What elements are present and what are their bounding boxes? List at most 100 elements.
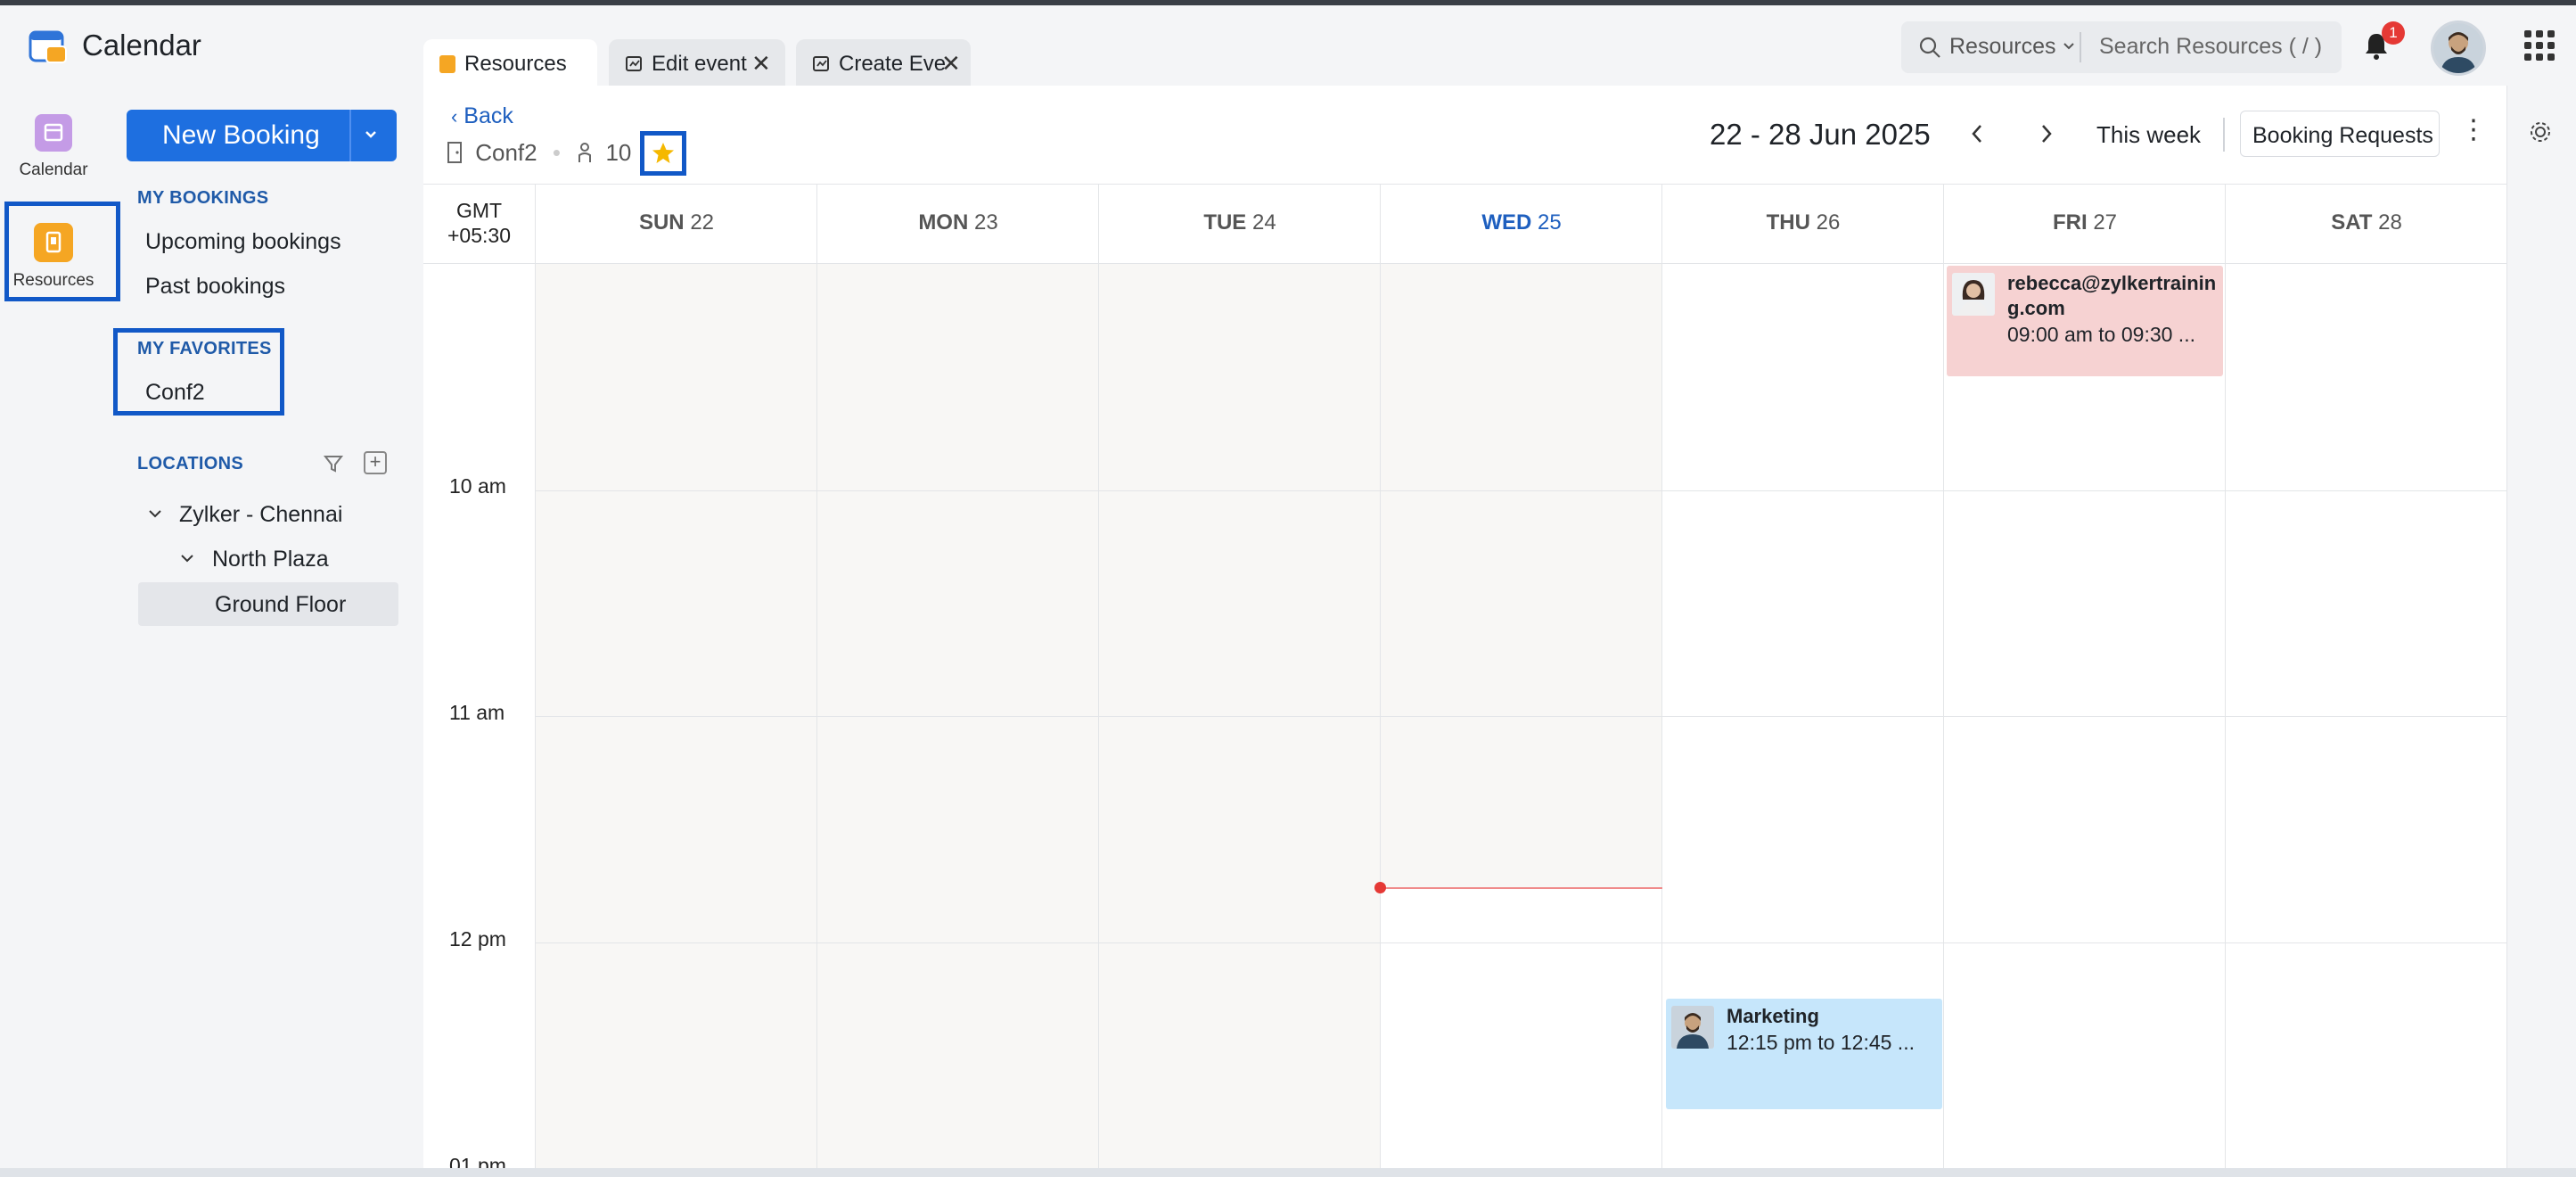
- event-icon: [626, 56, 642, 71]
- search-scope-label: Resources: [1949, 34, 2056, 59]
- calendar-header-border: [423, 184, 2506, 185]
- timezone-offset: +05:30: [447, 224, 511, 247]
- search-bar[interactable]: Resources Search Resources ( / ): [1901, 21, 2342, 73]
- tab-edit-event-label: Edit event: [652, 52, 747, 76]
- event-card[interactable]: Marketing 12:15 pm to 12:45 ...: [1666, 999, 1942, 1109]
- app-title: Calendar: [82, 29, 201, 62]
- day-column-divider: [1943, 184, 1944, 1168]
- resource-capacity: 10: [605, 139, 632, 166]
- door-icon: [447, 142, 462, 163]
- day-name: THU: [1766, 210, 1810, 235]
- attendee-avatar: [1952, 273, 1995, 316]
- day-header[interactable]: WED 25: [1381, 210, 1662, 235]
- day-header[interactable]: MON 23: [817, 210, 1099, 235]
- day-column-divider: [2506, 184, 2507, 1168]
- location-north-plaza[interactable]: North Plaza: [212, 547, 329, 572]
- gear-icon[interactable]: [2528, 119, 2553, 144]
- more-options-icon[interactable]: ⋮: [2460, 114, 2487, 145]
- day-number: 23: [973, 210, 998, 235]
- tab-resources[interactable]: Resources: [423, 39, 597, 86]
- day-number: 25: [1537, 210, 1562, 235]
- locations-heading: LOCATIONS: [137, 454, 243, 473]
- back-label: Back: [464, 103, 513, 128]
- back-link[interactable]: ‹ Back: [451, 103, 513, 129]
- day-column-divider: [2225, 184, 2226, 1168]
- day-header[interactable]: SUN 22: [536, 210, 817, 235]
- event-card[interactable]: rebecca@zylkertraining.com 09:00 am to 0…: [1947, 266, 2223, 376]
- calendar-icon: [35, 114, 72, 152]
- attendee-avatar: [1671, 1006, 1714, 1049]
- day-column-divider: [1098, 184, 1099, 1168]
- highlight-resources: [4, 202, 120, 301]
- day-name: SAT: [2331, 210, 2373, 235]
- chevron-left-icon: ‹: [451, 105, 458, 128]
- close-icon[interactable]: ✕: [751, 50, 771, 78]
- day-name: FRI: [2052, 210, 2088, 235]
- location-zylker-chennai[interactable]: Zylker - Chennai: [179, 502, 342, 528]
- day-header[interactable]: SAT 28: [2226, 210, 2507, 235]
- rail-calendar[interactable]: Calendar: [7, 114, 100, 180]
- chevron-left-icon[interactable]: [1967, 122, 1987, 145]
- day-number: 22: [690, 210, 715, 235]
- search-divider: [2080, 32, 2081, 62]
- chevron-down-icon[interactable]: [362, 120, 380, 150]
- right-panel: [2506, 86, 2576, 1168]
- current-time-dot: [1374, 882, 1386, 893]
- day-number: 26: [1816, 210, 1841, 235]
- time-label: 12 pm: [449, 927, 506, 951]
- chevron-down-icon[interactable]: [146, 505, 164, 523]
- highlight-favorites: [113, 328, 284, 416]
- calendar-logo-icon: [29, 30, 67, 63]
- search-scope-select[interactable]: Resources: [1949, 34, 2076, 60]
- chevron-down-icon: [2063, 43, 2075, 50]
- tab-create-event[interactable]: Create Eve ✕: [796, 39, 971, 86]
- search-input[interactable]: Search Resources ( / ): [2099, 34, 2322, 60]
- day-column-divider: [816, 184, 817, 1168]
- event-time: 12:15 pm to 12:45 ...: [1727, 1031, 1915, 1054]
- app-grid-icon[interactable]: [2524, 30, 2555, 61]
- close-icon[interactable]: ✕: [941, 50, 961, 78]
- hour-line: [535, 942, 2506, 943]
- upcoming-bookings-link[interactable]: Upcoming bookings: [145, 229, 341, 255]
- day-column-divider: [1380, 184, 1381, 1168]
- day-header[interactable]: FRI 27: [1944, 210, 2226, 235]
- capacity-icon: [578, 143, 592, 162]
- chevron-down-icon[interactable]: [178, 549, 196, 567]
- day-number: 27: [2093, 210, 2118, 235]
- tab-resources-label: Resources: [464, 52, 567, 76]
- tab-create-event-label: Create Eve: [839, 52, 947, 76]
- event-time: 09:00 am to 09:30 ...: [2007, 323, 2195, 346]
- timezone-gmt: GMT: [455, 199, 503, 222]
- chevron-right-icon[interactable]: [2037, 122, 2056, 145]
- day-column-divider: [1661, 184, 1662, 1168]
- day-name: TUE: [1203, 210, 1247, 235]
- past-bookings-link[interactable]: Past bookings: [145, 274, 285, 300]
- user-avatar[interactable]: [2431, 21, 2486, 76]
- search-icon: [1919, 37, 1940, 58]
- day-header[interactable]: TUE 24: [1099, 210, 1381, 235]
- event-title: Marketing: [1727, 1005, 1819, 1027]
- current-time-line: [1380, 887, 1662, 889]
- date-range: 22 - 28 Jun 2025: [1710, 118, 1931, 151]
- resources-tab-icon: [439, 55, 455, 73]
- highlight-favorite-star: [640, 131, 686, 176]
- tab-edit-event[interactable]: Edit event ✕: [609, 39, 785, 86]
- rail-calendar-label: Calendar: [19, 160, 88, 179]
- new-booking-button[interactable]: New Booking: [127, 110, 397, 161]
- notification-badge: 1: [2382, 21, 2405, 45]
- resource-name: Conf2: [475, 139, 537, 166]
- day-header[interactable]: THU 26: [1662, 210, 1944, 235]
- new-booking-divider: [349, 110, 351, 161]
- booking-requests-button[interactable]: Booking Requests: [2240, 111, 2440, 157]
- day-name: WED: [1481, 210, 1532, 235]
- filter-icon[interactable]: [323, 453, 344, 474]
- this-week-button[interactable]: This week: [2096, 121, 2201, 149]
- new-booking-label: New Booking: [162, 120, 320, 150]
- resource-info: Conf2 • 10: [446, 139, 631, 167]
- day-name: SUN: [638, 210, 685, 235]
- day-number: 24: [1251, 210, 1276, 235]
- grid-top-border: [423, 263, 2506, 264]
- add-location-icon[interactable]: +: [364, 451, 387, 474]
- hour-line: [535, 490, 2506, 491]
- timezone-label: GMT +05:30: [437, 198, 521, 248]
